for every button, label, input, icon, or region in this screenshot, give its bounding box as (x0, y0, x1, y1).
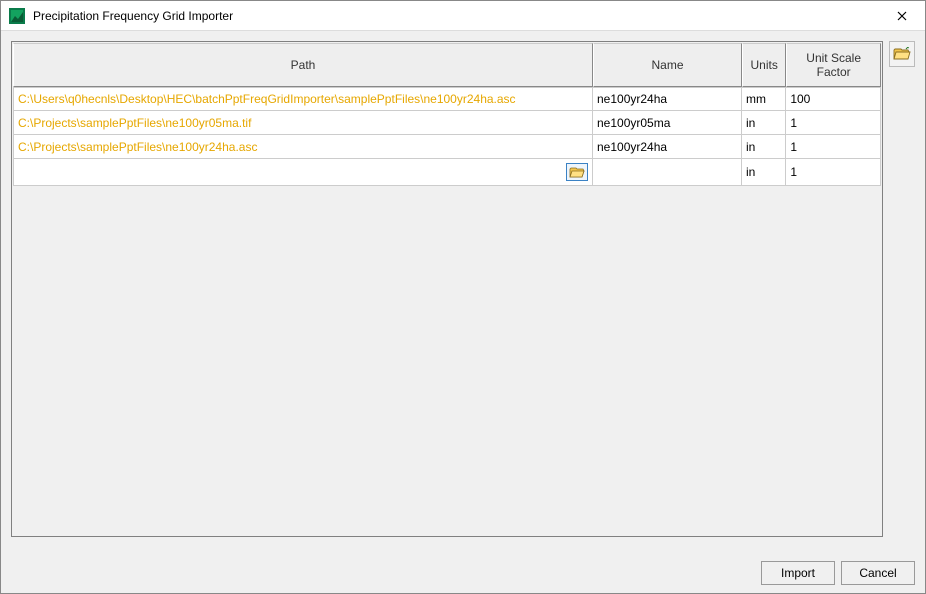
cell-name[interactable]: ne100yr05ma (593, 111, 742, 135)
table-row: C:\Projects\samplePptFiles\ne100yr24ha.a… (13, 135, 881, 159)
table-row: C:\Projects\samplePptFiles\ne100yr05ma.t… (13, 111, 881, 135)
cell-path[interactable]: C:\Users\q0hecnls\Desktop\HEC\batchPptFr… (13, 87, 593, 111)
dialog-footer: Import Cancel (1, 557, 925, 593)
header-name[interactable]: Name (593, 43, 742, 87)
content-area: Path Name Units Unit Scale Factor C:\Use… (1, 31, 925, 557)
cell-path[interactable] (13, 159, 593, 186)
grid-table[interactable]: Path Name Units Unit Scale Factor C:\Use… (13, 43, 881, 186)
window-title: Precipitation Frequency Grid Importer (33, 9, 879, 23)
cell-factor[interactable]: 1 (786, 135, 881, 159)
table-row: in 1 (13, 159, 881, 186)
titlebar: Precipitation Frequency Grid Importer (1, 1, 925, 31)
cell-name[interactable]: ne100yr24ha (593, 135, 742, 159)
cell-units[interactable]: in (742, 159, 786, 186)
cell-units[interactable]: mm (742, 87, 786, 111)
table-row: C:\Users\q0hecnls\Desktop\HEC\batchPptFr… (13, 87, 881, 111)
header-path[interactable]: Path (13, 43, 593, 87)
cell-path[interactable]: C:\Projects\samplePptFiles\ne100yr05ma.t… (13, 111, 593, 135)
cell-name[interactable] (593, 159, 742, 186)
cell-units[interactable]: in (742, 135, 786, 159)
close-button[interactable] (879, 1, 925, 31)
grid-table-container: Path Name Units Unit Scale Factor C:\Use… (11, 41, 883, 537)
cell-name[interactable]: ne100yr24ha (593, 87, 742, 111)
cell-units[interactable]: in (742, 111, 786, 135)
header-units[interactable]: Units (742, 43, 786, 87)
app-icon (9, 8, 25, 24)
cell-factor[interactable]: 1 (786, 159, 881, 186)
row-browse-button[interactable] (566, 163, 588, 181)
cell-factor[interactable]: 100 (786, 87, 881, 111)
cell-path[interactable]: C:\Projects\samplePptFiles\ne100yr24ha.a… (13, 135, 593, 159)
open-folder-button[interactable] (889, 41, 915, 67)
cancel-button[interactable]: Cancel (841, 561, 915, 585)
import-button[interactable]: Import (761, 561, 835, 585)
header-factor[interactable]: Unit Scale Factor (786, 43, 881, 87)
dialog-window: Precipitation Frequency Grid Importer Pa… (0, 0, 926, 594)
cell-factor[interactable]: 1 (786, 111, 881, 135)
